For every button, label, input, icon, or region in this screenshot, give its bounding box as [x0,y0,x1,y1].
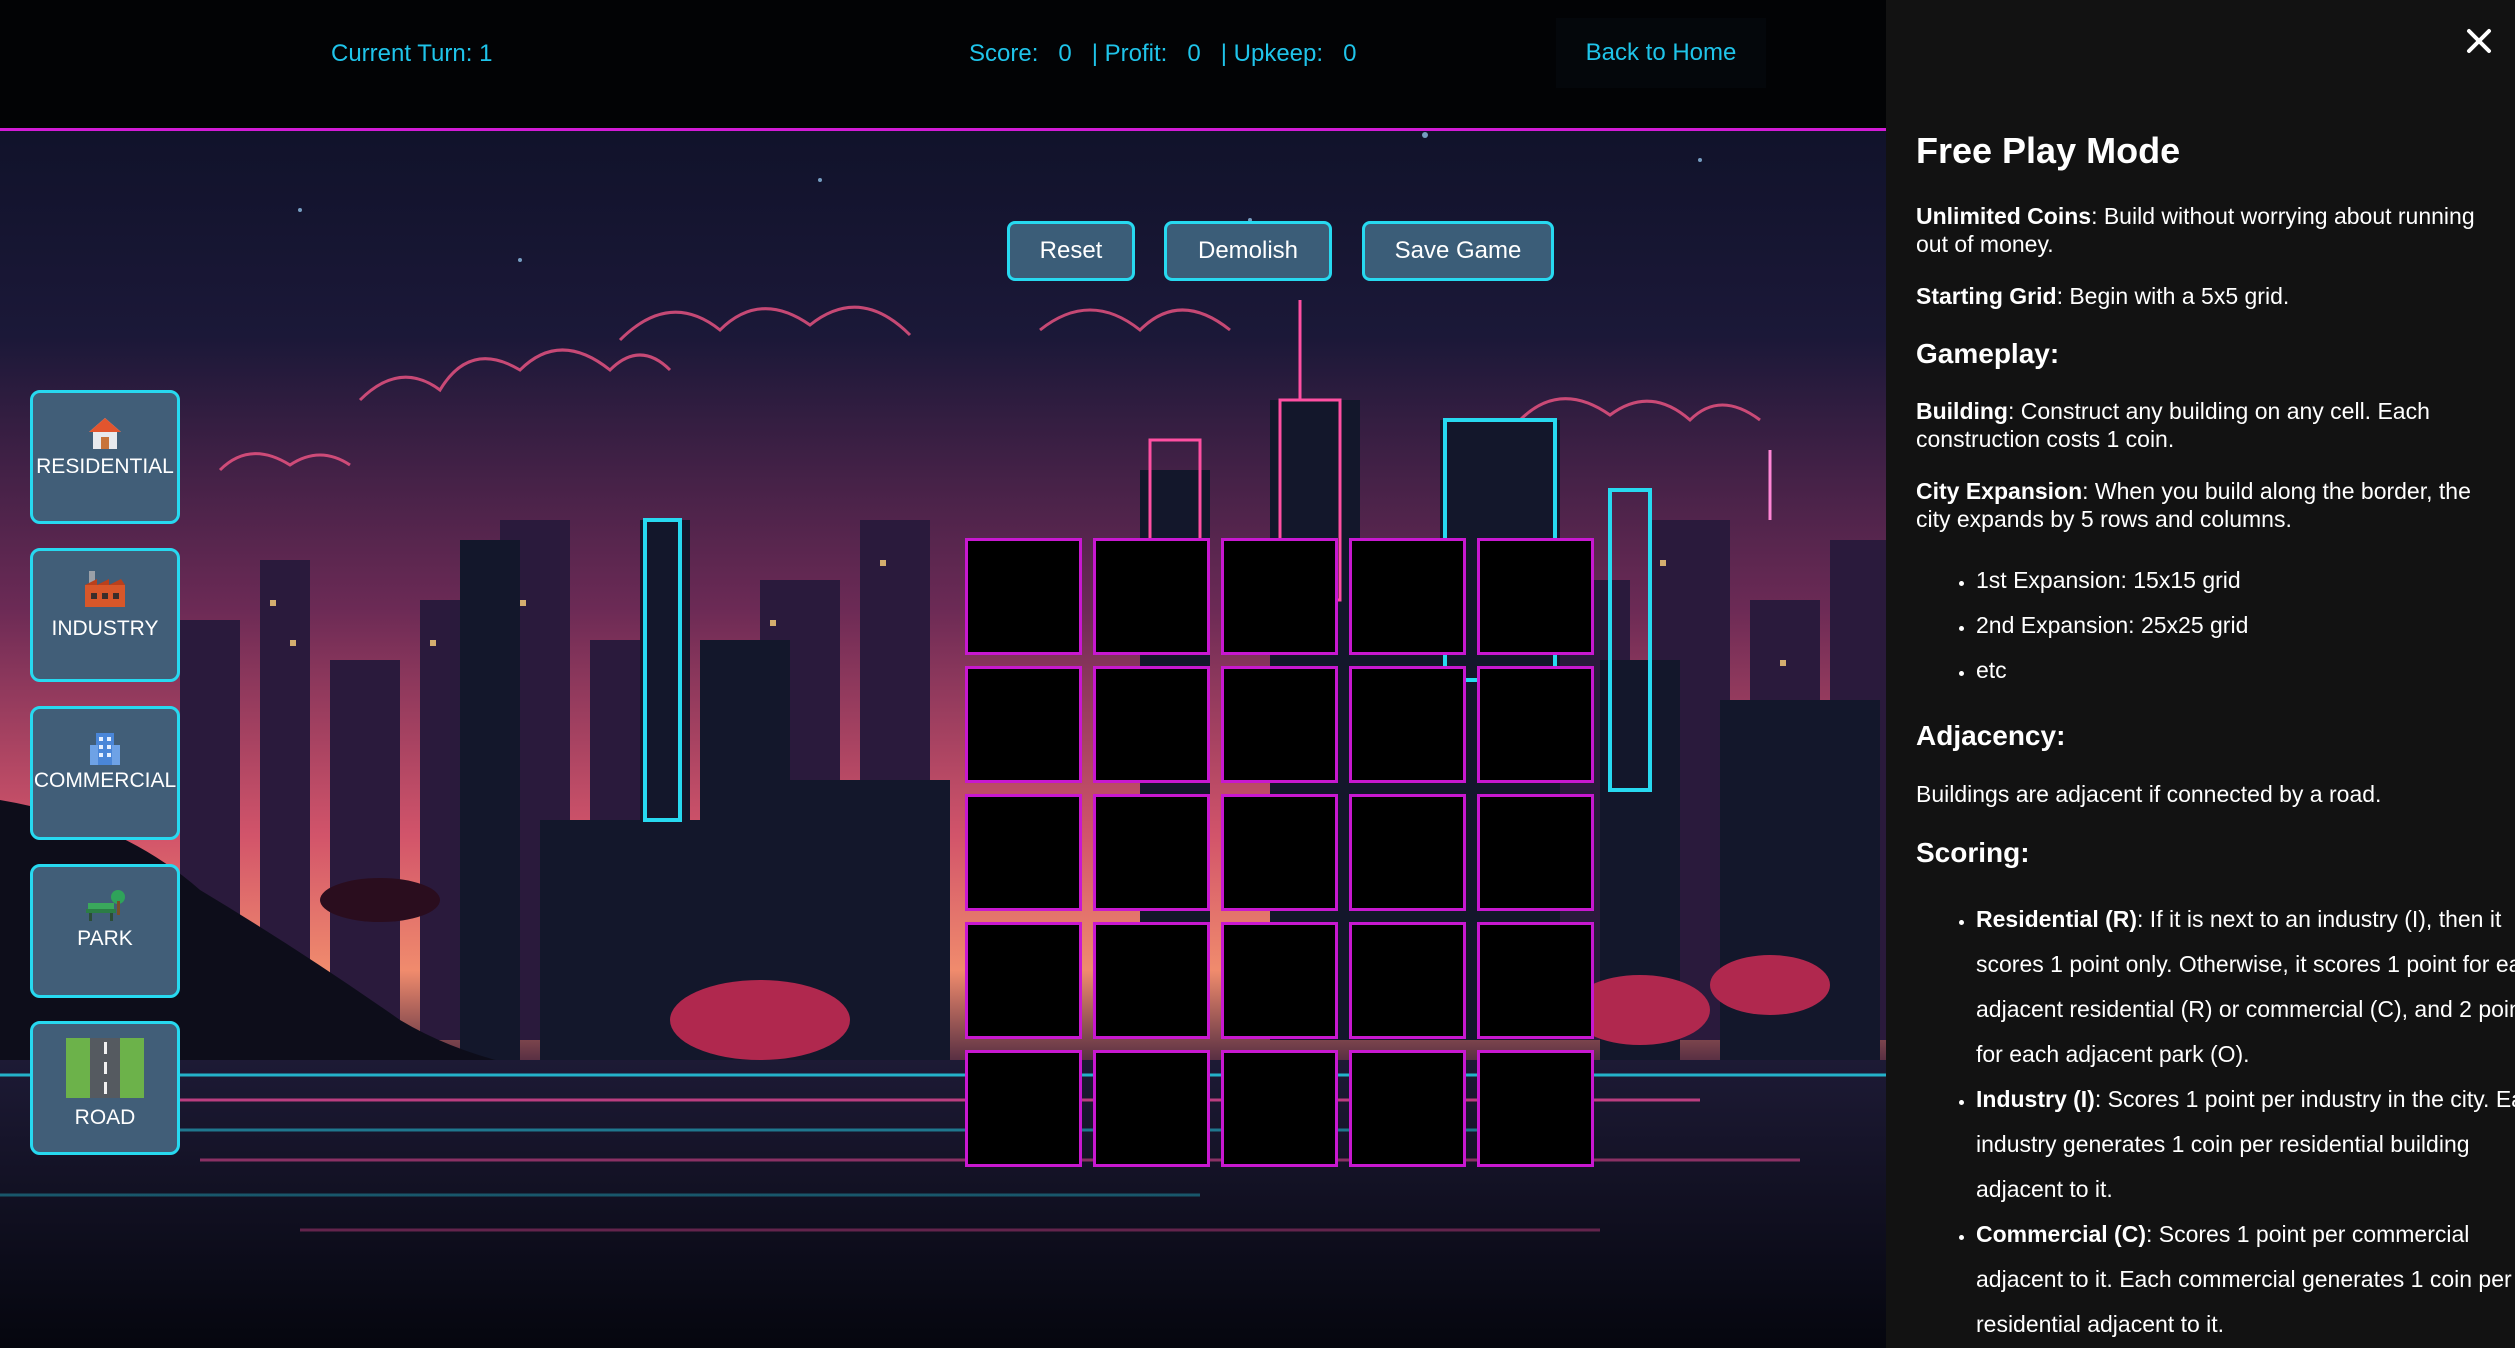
factory-icon [85,571,125,607]
grid-cell[interactable] [1349,666,1466,783]
upkeep-value: 0 [1343,40,1357,67]
free-play-help-panel: Free Play Mode Unlimited Coins: Build wi… [1886,0,2515,1348]
gameplay-heading: Gameplay: [1916,338,2060,369]
grid-cell[interactable] [1221,922,1338,1039]
grid-cell[interactable] [1349,922,1466,1039]
current-turn: Current Turn: 1 [331,40,492,68]
grid-cell[interactable] [1093,666,1210,783]
grid-cell[interactable] [1477,1050,1594,1167]
reset-button[interactable]: Reset [1007,221,1135,281]
save-game-button[interactable]: Save Game [1362,221,1554,281]
city-expansion-rule: City Expansion: When you build along the… [1916,477,2496,533]
demolish-button[interactable]: Demolish [1164,221,1332,281]
grid-cell[interactable] [965,922,1082,1039]
building-rule: Building: Construct any building on any … [1916,397,2496,453]
score-stats: Score: 0 | Profit: 0 | Upkeep: 0 [969,40,1356,68]
city-grid [965,538,1596,1169]
city-skyline-background [0,0,1886,1348]
starting-grid-bold: Starting Grid [1916,283,2057,309]
industry-building-button[interactable]: INDUSTRY [30,548,180,682]
grid-cell[interactable] [1093,1050,1210,1167]
scoring-industry-bold: Industry (I) [1976,1086,2095,1112]
grid-cell[interactable] [1349,538,1466,655]
residential-label: RESIDENTIAL [36,455,174,478]
road-icon [66,1038,144,1098]
park-label: PARK [77,927,133,950]
grid-cell[interactable] [965,794,1082,911]
grid-cell[interactable] [965,538,1082,655]
commercial-label: COMMERCIAL [33,769,177,792]
scoring-heading: Scoring: [1916,837,2030,868]
list-item: Industry (I): Scores 1 point per industr… [1976,1077,2515,1212]
road-building-button[interactable]: ROAD [30,1021,180,1155]
grid-cell[interactable] [1477,666,1594,783]
starting-grid-text: : Begin with a 5x5 grid. [2056,283,2290,309]
residential-building-button[interactable]: RESIDENTIAL [30,390,180,524]
top-status-bar: Current Turn: 1 Score: 0 | Profit: 0 | U… [0,0,1886,131]
grid-cell[interactable] [1349,794,1466,911]
close-icon[interactable] [2466,28,2492,54]
grid-cell[interactable] [965,1050,1082,1167]
list-item: 2nd Expansion: 25x25 grid [1976,603,2515,648]
panel-title: Free Play Mode [1916,130,2181,171]
list-item: Commercial (C): Scores 1 point per comme… [1976,1212,2515,1347]
industry-label: INDUSTRY [51,617,159,640]
back-to-home-button[interactable]: Back to Home [1556,18,1766,88]
commercial-building-button[interactable]: COMMERCIAL [30,706,180,840]
profit-value: 0 [1187,40,1201,67]
grid-cell[interactable] [965,666,1082,783]
grid-cell[interactable] [1477,794,1594,911]
house-icon [89,418,121,449]
profit-label: | Profit: [1091,40,1168,67]
building-bold: Building [1916,398,2008,424]
scoring-commercial-bold: Commercial (C) [1976,1221,2146,1247]
grid-cell[interactable] [1221,666,1338,783]
scoring-list: Residential (R): If it is next to an ind… [1916,897,2515,1347]
score-value: 0 [1058,40,1072,67]
turn-value: 1 [479,40,493,67]
list-item: Residential (R): If it is next to an ind… [1976,897,2515,1077]
grid-cell[interactable] [1221,1050,1338,1167]
turn-label: Current Turn: [331,40,473,67]
grid-cell[interactable] [1221,538,1338,655]
starting-grid-rule: Starting Grid: Begin with a 5x5 grid. [1916,282,2496,310]
unlimited-coins-rule: Unlimited Coins: Build without worrying … [1916,202,2496,258]
road-label: ROAD [74,1106,136,1129]
upkeep-label: | Upkeep: [1220,40,1324,67]
park-bench-icon [86,890,125,921]
grid-cell[interactable] [1093,922,1210,1039]
grid-cell[interactable] [1349,1050,1466,1167]
grid-cell[interactable] [1221,794,1338,911]
scoring-residential-bold: Residential (R) [1976,906,2138,932]
expansion-list: 1st Expansion: 15x15 grid 2nd Expansion:… [1916,558,2515,693]
score-label: Score: [969,40,1039,67]
list-item: etc [1976,648,2515,693]
grid-cell[interactable] [1477,538,1594,655]
city-expansion-bold: City Expansion [1916,478,2083,504]
grid-cell[interactable] [1477,922,1594,1039]
office-building-icon [90,733,120,765]
unlimited-coins-bold: Unlimited Coins [1916,203,2092,229]
adjacency-text: Buildings are adjacent if connected by a… [1916,781,2382,807]
grid-cell[interactable] [1093,794,1210,911]
adjacency-heading: Adjacency: [1916,720,2066,751]
park-building-button[interactable]: PARK [30,864,180,998]
grid-cell[interactable] [1093,538,1210,655]
list-item: 1st Expansion: 15x15 grid [1976,558,2515,603]
